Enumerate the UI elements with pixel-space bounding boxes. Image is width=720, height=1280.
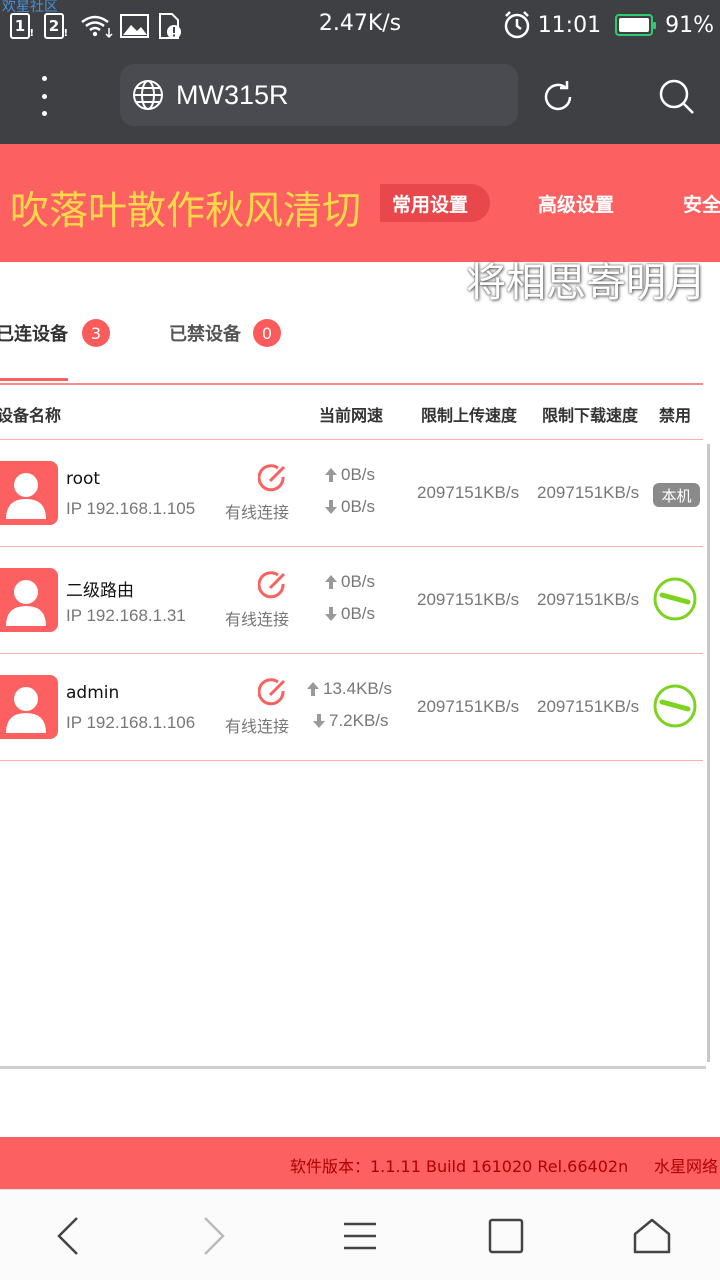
tab-connected-devices[interactable]: 已连设备 3 xyxy=(0,318,110,348)
menu-button[interactable] xyxy=(332,1208,388,1264)
upload-limit[interactable]: 2097151KB/s xyxy=(417,697,519,717)
chevron-right-icon xyxy=(204,1217,225,1255)
user-icon xyxy=(6,580,46,626)
software-version: 软件版本：1.1.11 Build 161020 Rel.66402n xyxy=(290,1157,629,1176)
device-ip: IP 192.168.1.106 xyxy=(66,713,196,732)
address-bar[interactable]: MW315R xyxy=(120,64,518,126)
browser-toolbar: MW315R xyxy=(0,50,720,144)
forward-button[interactable] xyxy=(186,1208,242,1264)
tab-label: 已连设备 xyxy=(0,324,68,345)
row-divider xyxy=(0,760,703,761)
upload-speed: 13.4KB/s xyxy=(306,679,392,699)
clock-time: 11:01 xyxy=(537,12,602,38)
home-button[interactable] xyxy=(624,1208,680,1264)
upload-speed: 0B/s xyxy=(324,572,375,592)
arrow-down-icon xyxy=(325,607,337,621)
reload-icon xyxy=(544,81,572,111)
tab-divider xyxy=(0,383,703,385)
globe-icon xyxy=(133,80,163,110)
upload-speed: 0B/s xyxy=(324,465,375,485)
arrow-down-icon xyxy=(325,500,337,514)
chevron-left-icon xyxy=(57,1217,78,1255)
col-current-speed: 当前网速 xyxy=(319,406,384,425)
nav-security[interactable]: 安全 xyxy=(683,190,720,217)
url-text: MW315R xyxy=(176,79,289,110)
connection-type: 有线连接 xyxy=(225,610,290,629)
hamburger-icon xyxy=(344,1222,376,1250)
connection-type: 有线连接 xyxy=(225,503,290,522)
tab-label: 已禁设备 xyxy=(169,324,241,345)
connection-type: 有线连接 xyxy=(225,717,290,736)
tabs-square-icon xyxy=(488,1218,524,1254)
ban-toggle-icon[interactable] xyxy=(652,683,698,729)
avatar xyxy=(0,568,58,632)
user-icon xyxy=(6,687,46,733)
user-icon xyxy=(6,473,46,519)
content-bottom-border xyxy=(0,1066,706,1069)
search-button[interactable] xyxy=(655,75,699,119)
back-button[interactable] xyxy=(40,1208,96,1264)
col-download-limit: 限制下载速度 xyxy=(542,406,639,425)
table-row: root IP 192.168.1.105 有线连接 0B/s 0B/s 209… xyxy=(0,440,703,546)
arrow-up-icon xyxy=(325,575,337,589)
more-menu-icon[interactable] xyxy=(36,76,52,116)
upload-limit[interactable]: 2097151KB/s xyxy=(417,590,519,610)
device-name: root xyxy=(66,469,101,489)
arrow-up-icon xyxy=(307,682,319,696)
home-icon xyxy=(633,1218,671,1254)
table-row: admin IP 192.168.1.106 有线连接 13.4KB/s 7.2… xyxy=(0,654,703,760)
device-name: admin xyxy=(66,683,120,703)
active-tab-indicator xyxy=(0,378,68,381)
arrow-down-icon xyxy=(313,714,325,728)
count-badge: 3 xyxy=(82,319,110,347)
arrow-up-icon xyxy=(325,468,337,482)
download-speed: 7.2KB/s xyxy=(312,711,389,731)
browser-bottom-nav xyxy=(0,1189,720,1280)
tabs-button[interactable] xyxy=(478,1208,534,1264)
local-device-badge: 本机 xyxy=(653,483,700,507)
ban-toggle-icon[interactable] xyxy=(652,576,698,622)
device-tabs: 已连设备 3 已禁设备 0 xyxy=(0,318,720,378)
page-footer: 软件版本：1.1.11 Build 161020 Rel.66402n 水星网络 xyxy=(0,1137,720,1189)
router-header: 吹落叶散作秋风清切 常用设置 高级设置 安全 xyxy=(0,144,720,262)
edit-name-icon[interactable] xyxy=(258,570,288,600)
battery-percent: 91% xyxy=(665,12,714,38)
search-icon xyxy=(659,79,694,114)
avatar xyxy=(0,461,58,525)
reload-button[interactable] xyxy=(538,77,578,117)
table-row: 二级路由 IP 192.168.1.31 有线连接 0B/s 0B/s 2097… xyxy=(0,547,703,653)
edit-name-icon[interactable] xyxy=(258,677,288,707)
col-device-name: 设备名称 xyxy=(0,406,62,425)
download-speed: 0B/s xyxy=(324,497,375,517)
alarm-icon xyxy=(504,11,529,39)
brand-text: 水星网络 xyxy=(654,1157,719,1176)
avatar xyxy=(0,675,58,739)
nav-common-settings[interactable]: 常用设置 xyxy=(392,190,468,217)
download-speed: 0B/s xyxy=(324,604,375,624)
edit-name-icon[interactable] xyxy=(258,463,288,493)
col-upload-limit: 限制上传速度 xyxy=(421,406,518,425)
poem-line-1: 吹落叶散作秋风清切 xyxy=(10,189,362,234)
col-ban: 禁用 xyxy=(659,406,692,425)
status-right: 11:01 91% xyxy=(502,8,714,42)
status-bar: 欢星社区 1! 2! 2.47K/s 11:01 91% xyxy=(0,0,720,50)
download-limit[interactable]: 2097151KB/s xyxy=(537,590,639,610)
device-ip: IP 192.168.1.31 xyxy=(66,606,186,625)
upload-limit[interactable]: 2097151KB/s xyxy=(417,483,519,503)
download-limit[interactable]: 2097151KB/s xyxy=(537,697,639,717)
device-name: 二级路由 xyxy=(66,581,134,601)
battery-icon xyxy=(615,14,657,36)
tab-blocked-devices[interactable]: 已禁设备 0 xyxy=(169,318,281,348)
download-limit[interactable]: 2097151KB/s xyxy=(537,483,639,503)
count-badge: 0 xyxy=(253,319,281,347)
nav-advanced-settings[interactable]: 高级设置 xyxy=(538,190,614,217)
scrollbar[interactable] xyxy=(707,444,710,1062)
device-ip: IP 192.168.1.105 xyxy=(66,499,196,518)
poem-line-2: 将相思寄明月 xyxy=(466,260,706,306)
